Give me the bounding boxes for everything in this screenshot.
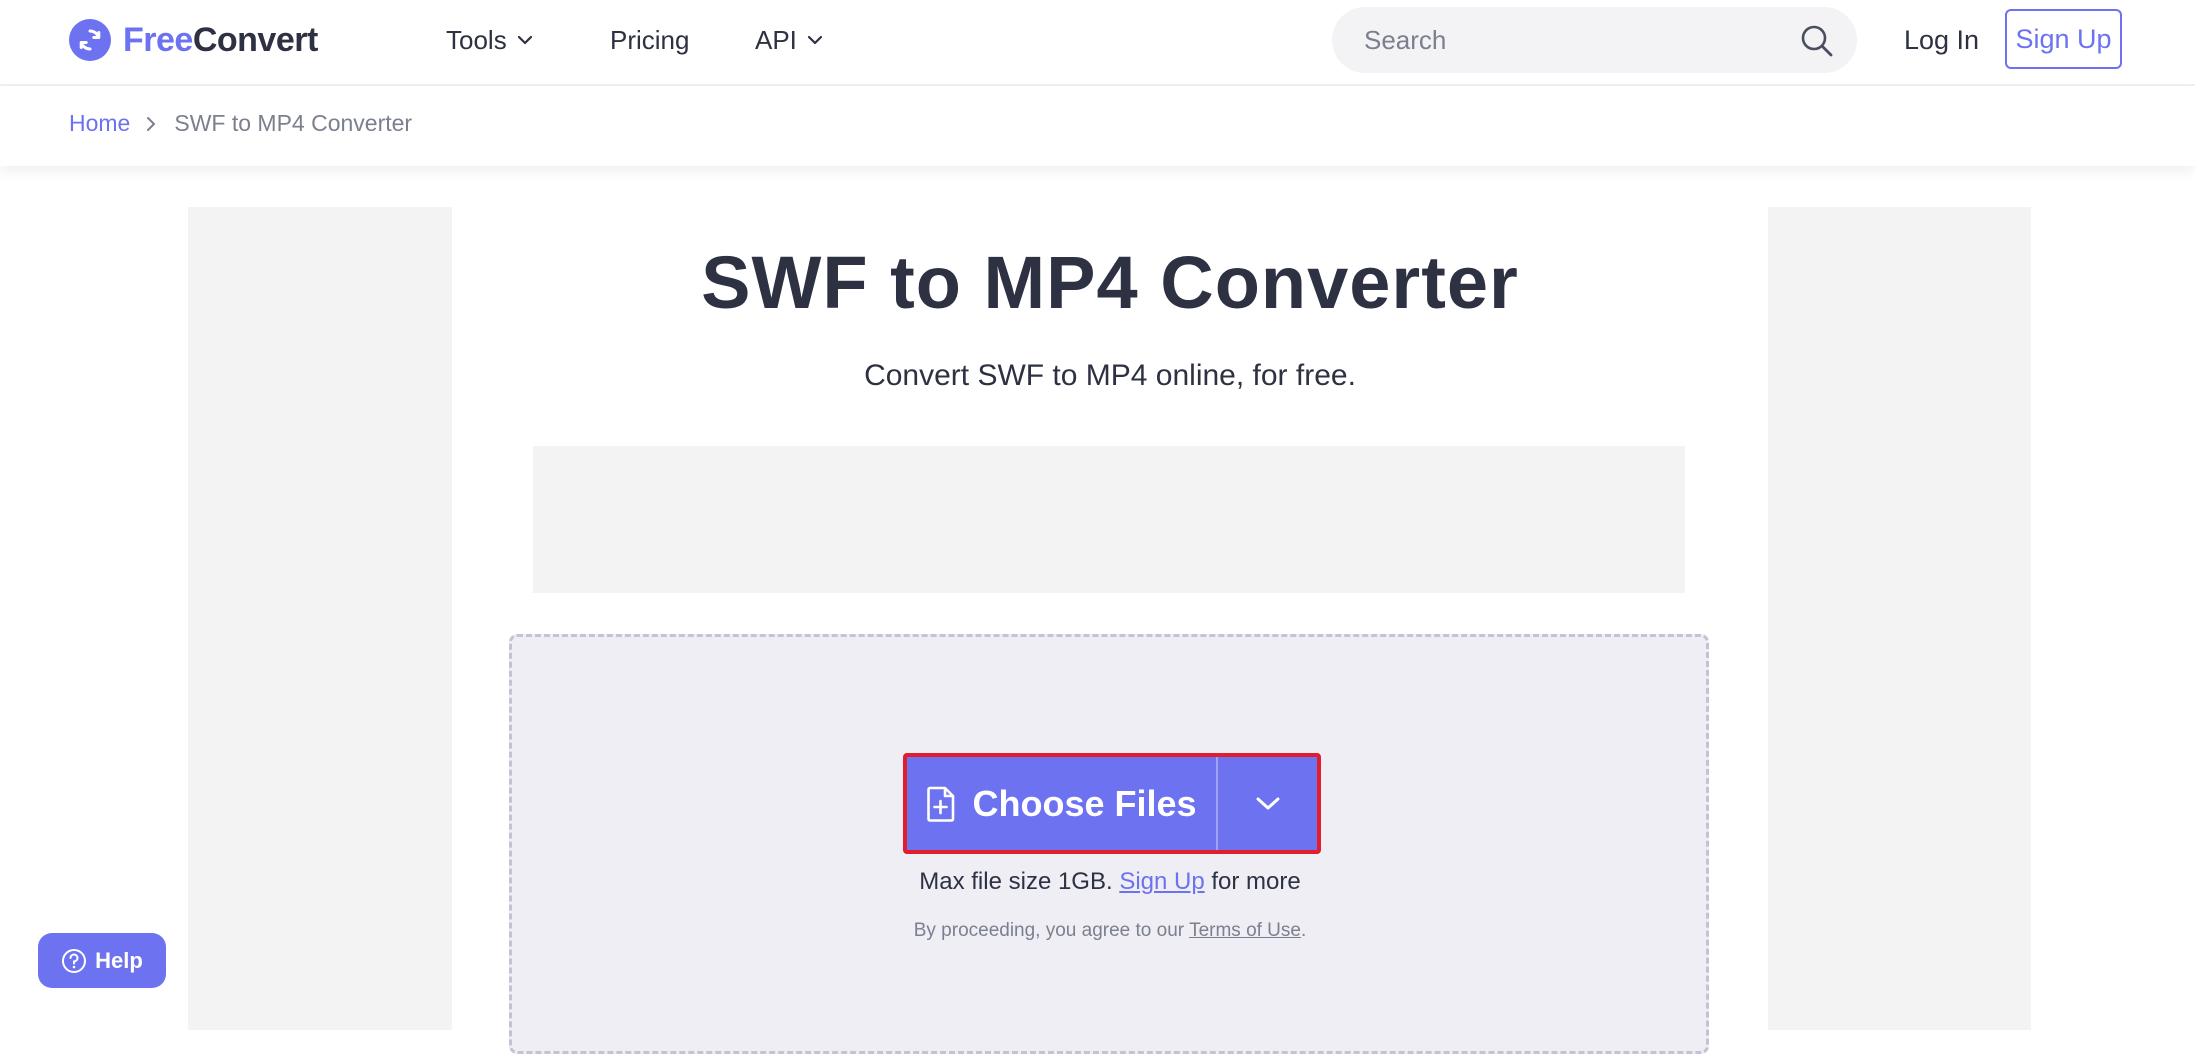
chevron-right-icon — [146, 116, 156, 132]
file-add-icon — [927, 786, 955, 822]
search-box — [1332, 7, 1857, 73]
terms-suffix: . — [1300, 920, 1307, 941]
choose-files-label: Choose Files — [972, 782, 1197, 824]
page-title: SWF to MP4 Converter — [701, 241, 1519, 324]
signup-button[interactable]: Sign Up — [2005, 9, 2122, 69]
search-input[interactable] — [1362, 23, 1786, 57]
help-label: Help — [95, 947, 143, 973]
logo-free: Free — [123, 20, 193, 59]
breadcrumb-home[interactable]: Home — [69, 110, 130, 137]
nav-api-label: API — [755, 24, 797, 55]
logo-text: FreeConvert — [123, 21, 318, 60]
breadcrumb-bar: Home SWF to MP4 Converter — [0, 86, 2195, 166]
breadcrumb: Home SWF to MP4 Converter — [69, 110, 412, 137]
choose-files-group: Choose Files — [903, 753, 1321, 854]
max-size-suffix: for more — [1204, 868, 1301, 895]
nav-pricing-label: Pricing — [610, 24, 690, 55]
page-subtitle: Convert SWF to MP4 online, for free. — [864, 359, 1356, 392]
help-button[interactable]: Help — [38, 933, 166, 988]
question-icon — [62, 948, 87, 973]
terms-of-use-link[interactable]: Terms of Use — [1189, 920, 1301, 941]
search-icon[interactable] — [1799, 23, 1835, 59]
site-header: FreeConvert Tools Pricing API Log In Sig… — [0, 0, 2195, 86]
signup-link[interactable]: Sign Up — [1119, 868, 1204, 895]
chevron-down-icon — [1256, 797, 1279, 809]
nav-tools-label: Tools — [446, 24, 507, 55]
nav-tools[interactable]: Tools — [446, 22, 533, 58]
nav-api[interactable]: API — [755, 22, 823, 58]
logo[interactable]: FreeConvert — [69, 18, 318, 62]
max-size-prefix: Max file size 1GB. — [919, 868, 1120, 895]
logo-convert: Convert — [192, 20, 318, 59]
choose-files-dropdown[interactable] — [1218, 757, 1317, 850]
ad-banner — [533, 446, 1685, 593]
max-file-size-note: Max file size 1GB. Sign Up for more — [0, 868, 2195, 896]
chevron-down-icon — [517, 35, 532, 45]
breadcrumb-current: SWF to MP4 Converter — [174, 110, 413, 136]
terms-prefix: By proceeding, you agree to our — [913, 920, 1190, 941]
nav-pricing[interactable]: Pricing — [610, 22, 689, 58]
choose-files-button[interactable]: Choose Files — [907, 757, 1218, 850]
freeconvert-logo-icon — [69, 19, 111, 61]
login-link[interactable]: Log In — [1904, 22, 1979, 58]
terms-note: By proceeding, you agree to our Terms of… — [0, 920, 2195, 942]
chevron-down-icon — [807, 35, 823, 45]
